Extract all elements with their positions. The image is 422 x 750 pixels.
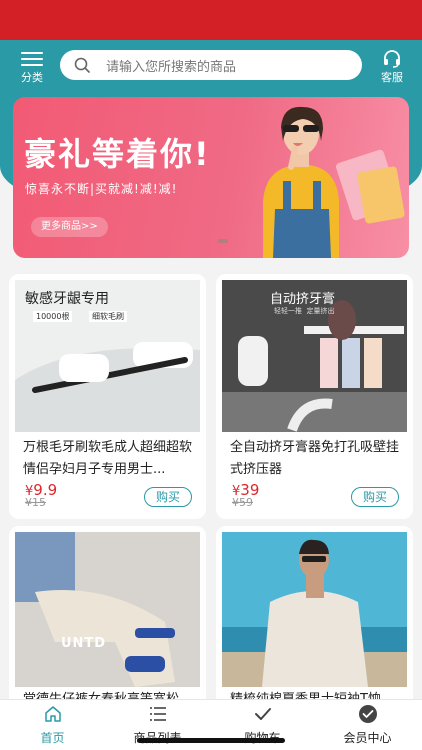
category-label: 分类 [21,71,43,84]
headset-icon [384,50,400,68]
product-image-text: 10000根 [33,311,73,322]
category-button[interactable]: 分类 [12,48,52,84]
tab-label: 首页 [40,731,65,745]
menu-icon [21,52,43,66]
banner-model-image [263,106,405,258]
tab-home[interactable]: 首页 [0,700,105,750]
home-icon [44,706,61,722]
search-input[interactable]: 请输入您所搜索的商品 [60,50,362,80]
product-image-text: 自动挤牙膏 [270,292,336,307]
product-image-text: 细软毛刷 [89,311,127,322]
home-indicator[interactable] [137,738,285,743]
tab-member-center[interactable]: 会员中心 [315,700,420,750]
product-image [222,532,407,687]
product-image-text: 敏感牙龈专用 [25,291,109,307]
buy-button[interactable]: 购买 [144,487,192,507]
product-old-price: ¥59 [232,496,253,509]
buy-button[interactable]: 购买 [351,487,399,507]
customer-service-button[interactable]: 客服 [370,48,414,84]
product-image: 敏感牙龈专用 10000根 细软毛刷 [15,280,200,432]
list-icon [149,707,166,721]
carousel-indicator[interactable] [218,239,228,243]
check-icon [254,708,271,720]
tab-label: 会员中心 [343,731,392,745]
status-bar [0,0,422,40]
search-placeholder: 请输入您所搜索的商品 [106,60,237,75]
product-name: 万根毛牙刷软毛成人超细超软情侣孕妇月子专用男士... [23,440,193,477]
search-icon [74,57,90,73]
product-image: UNTD [15,532,200,687]
product-name: 全自动挤牙膏器免打孔吸壁挂式挤压器 [230,440,400,477]
service-label: 客服 [381,71,403,84]
product-card[interactable]: UNTD 堂德牛仔裤女春秋高等宽松 [9,526,206,726]
member-icon [358,705,377,723]
banner-subtitle: 惊喜永不断|买就减!减!减! [25,182,178,196]
product-image-text: 轻轻一推 定量挤出 [274,307,335,315]
promo-banner[interactable]: 豪礼等着你! 惊喜永不断|买就减!减!减! 更多商品>> [13,97,409,258]
more-products-button[interactable]: 更多商品>> [31,217,108,237]
product-card[interactable]: 自动挤牙膏 轻轻一推 定量挤出 全自动挤牙膏器免打孔吸壁挂式挤压器 ¥39 ¥5… [216,274,413,519]
banner-title: 豪礼等着你! [24,135,211,173]
product-old-price: ¥15 [25,496,46,509]
product-card[interactable]: 敏感牙龈专用 10000根 细软毛刷 万根毛牙刷软毛成人超细超软情侣孕妇月子专用… [9,274,206,519]
product-image: 自动挤牙膏 轻轻一推 定量挤出 [222,280,407,432]
product-card[interactable]: 精梳纯棉夏季男士短袖T恤 [216,526,413,726]
product-image-text: UNTD [61,636,107,651]
